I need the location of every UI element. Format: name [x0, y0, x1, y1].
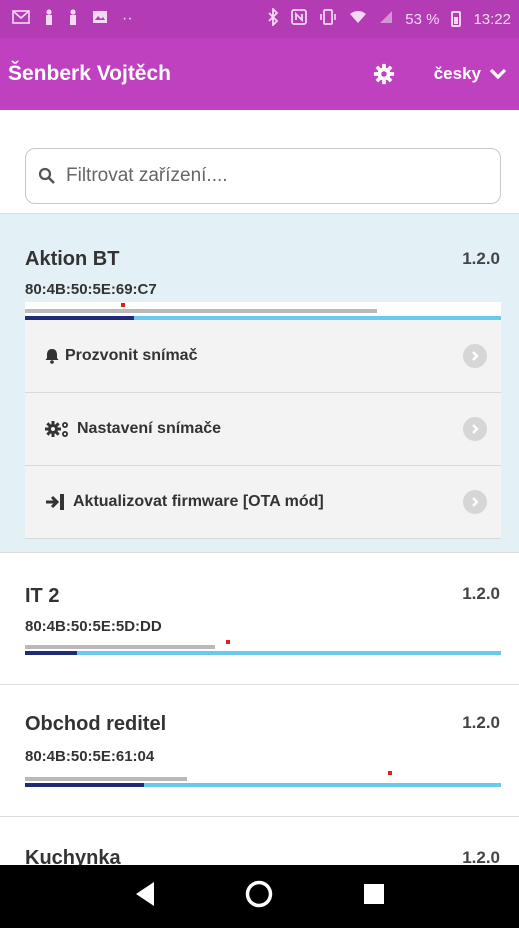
action-label: Aktualizovat firmware [OTA mód] [73, 493, 324, 510]
search-icon [38, 167, 55, 184]
device-version: 1.2.0 [462, 249, 500, 268]
battery-icon [451, 11, 462, 27]
nfc-icon [291, 9, 308, 29]
chevron-right-icon [463, 490, 487, 514]
device-name: IT 2 [25, 585, 60, 607]
bar-gray [25, 777, 187, 781]
bar-sky [25, 651, 501, 655]
action-label: Nastavení snímače [77, 420, 222, 437]
device-card[interactable]: Obchod reditel 1.2.0 80:4B:50:5E:61:04 [0, 684, 519, 816]
device-card[interactable]: Aktion BT 1.2.0 80:4B:50:5E:69:C7 Prozvo… [0, 213, 519, 552]
firmware-update-action[interactable]: Aktualizovat firmware [OTA mód] [25, 466, 501, 539]
ring-sensor-action[interactable]: Prozvonit snímač [25, 320, 501, 393]
chevron-down-icon [489, 68, 507, 80]
device-version: 1.2.0 [462, 848, 500, 865]
person-icon [68, 9, 78, 29]
device-mac: 80:4B:50:5E:5D:DD [25, 618, 162, 635]
bar-navy [25, 783, 144, 787]
navigation-bar [0, 865, 519, 928]
device-card[interactable]: Kuchynka 1.2.0 [0, 816, 519, 865]
signal-icon [379, 10, 393, 28]
vibrate-icon [319, 9, 337, 29]
bar-navy [25, 651, 78, 655]
battery-percentage: 53 % [405, 10, 440, 28]
gear-icon [373, 63, 394, 85]
device-actions: Prozvonit snímač Nastavení snímače Aktua… [25, 320, 501, 539]
search-box[interactable] [25, 148, 501, 204]
signal-bar [25, 302, 501, 322]
device-name: Obchod reditel [25, 713, 167, 735]
wifi-icon [349, 10, 367, 28]
device-card[interactable]: IT 2 1.2.0 80:4B:50:5E:5D:DD [0, 552, 519, 684]
sign-in-icon [46, 494, 64, 510]
recents-icon [363, 884, 384, 904]
recents-button[interactable] [363, 883, 385, 910]
red-dot [388, 771, 392, 775]
clock: 13:22 [473, 10, 511, 28]
signal-bar [25, 767, 501, 791]
chevron-right-icon [463, 417, 487, 441]
bell-icon [45, 349, 59, 364]
back-icon [136, 882, 155, 906]
device-version: 1.2.0 [462, 584, 500, 603]
bar-gray [25, 645, 216, 649]
app-bar: Šenberk Vojtěch česky [0, 38, 519, 110]
device-mac: 80:4B:50:5E:69:C7 [25, 281, 157, 298]
back-button[interactable] [134, 881, 156, 912]
sensor-settings-action[interactable]: Nastavení snímače [25, 393, 501, 466]
gmail-icon [12, 10, 30, 28]
device-version: 1.2.0 [462, 713, 500, 732]
image-icon [92, 10, 108, 28]
language-label: česky [433, 64, 481, 83]
language-selector[interactable]: česky [434, 64, 507, 84]
home-button[interactable] [244, 879, 274, 914]
bluetooth-icon [267, 6, 279, 30]
person-icon [44, 9, 54, 29]
status-bar: ·· 53 % 13:22 [0, 0, 519, 38]
chevron-right-icon [463, 344, 487, 368]
device-mac: 80:4B:50:5E:61:04 [25, 748, 155, 765]
red-dot [121, 303, 125, 307]
bar-gray [25, 309, 378, 313]
home-icon [246, 880, 273, 908]
dots-icon: ·· [122, 10, 133, 27]
app-title: Šenberk Vojtěch [8, 62, 171, 85]
red-dot [226, 640, 230, 644]
signal-bar [25, 637, 501, 657]
action-label: Prozvonit snímač [65, 347, 198, 364]
search-input[interactable] [66, 165, 486, 187]
device-name: Aktion BT [25, 248, 120, 270]
settings-button[interactable] [372, 62, 396, 86]
device-name: Kuchynka [25, 847, 121, 865]
gears-icon [45, 421, 68, 437]
